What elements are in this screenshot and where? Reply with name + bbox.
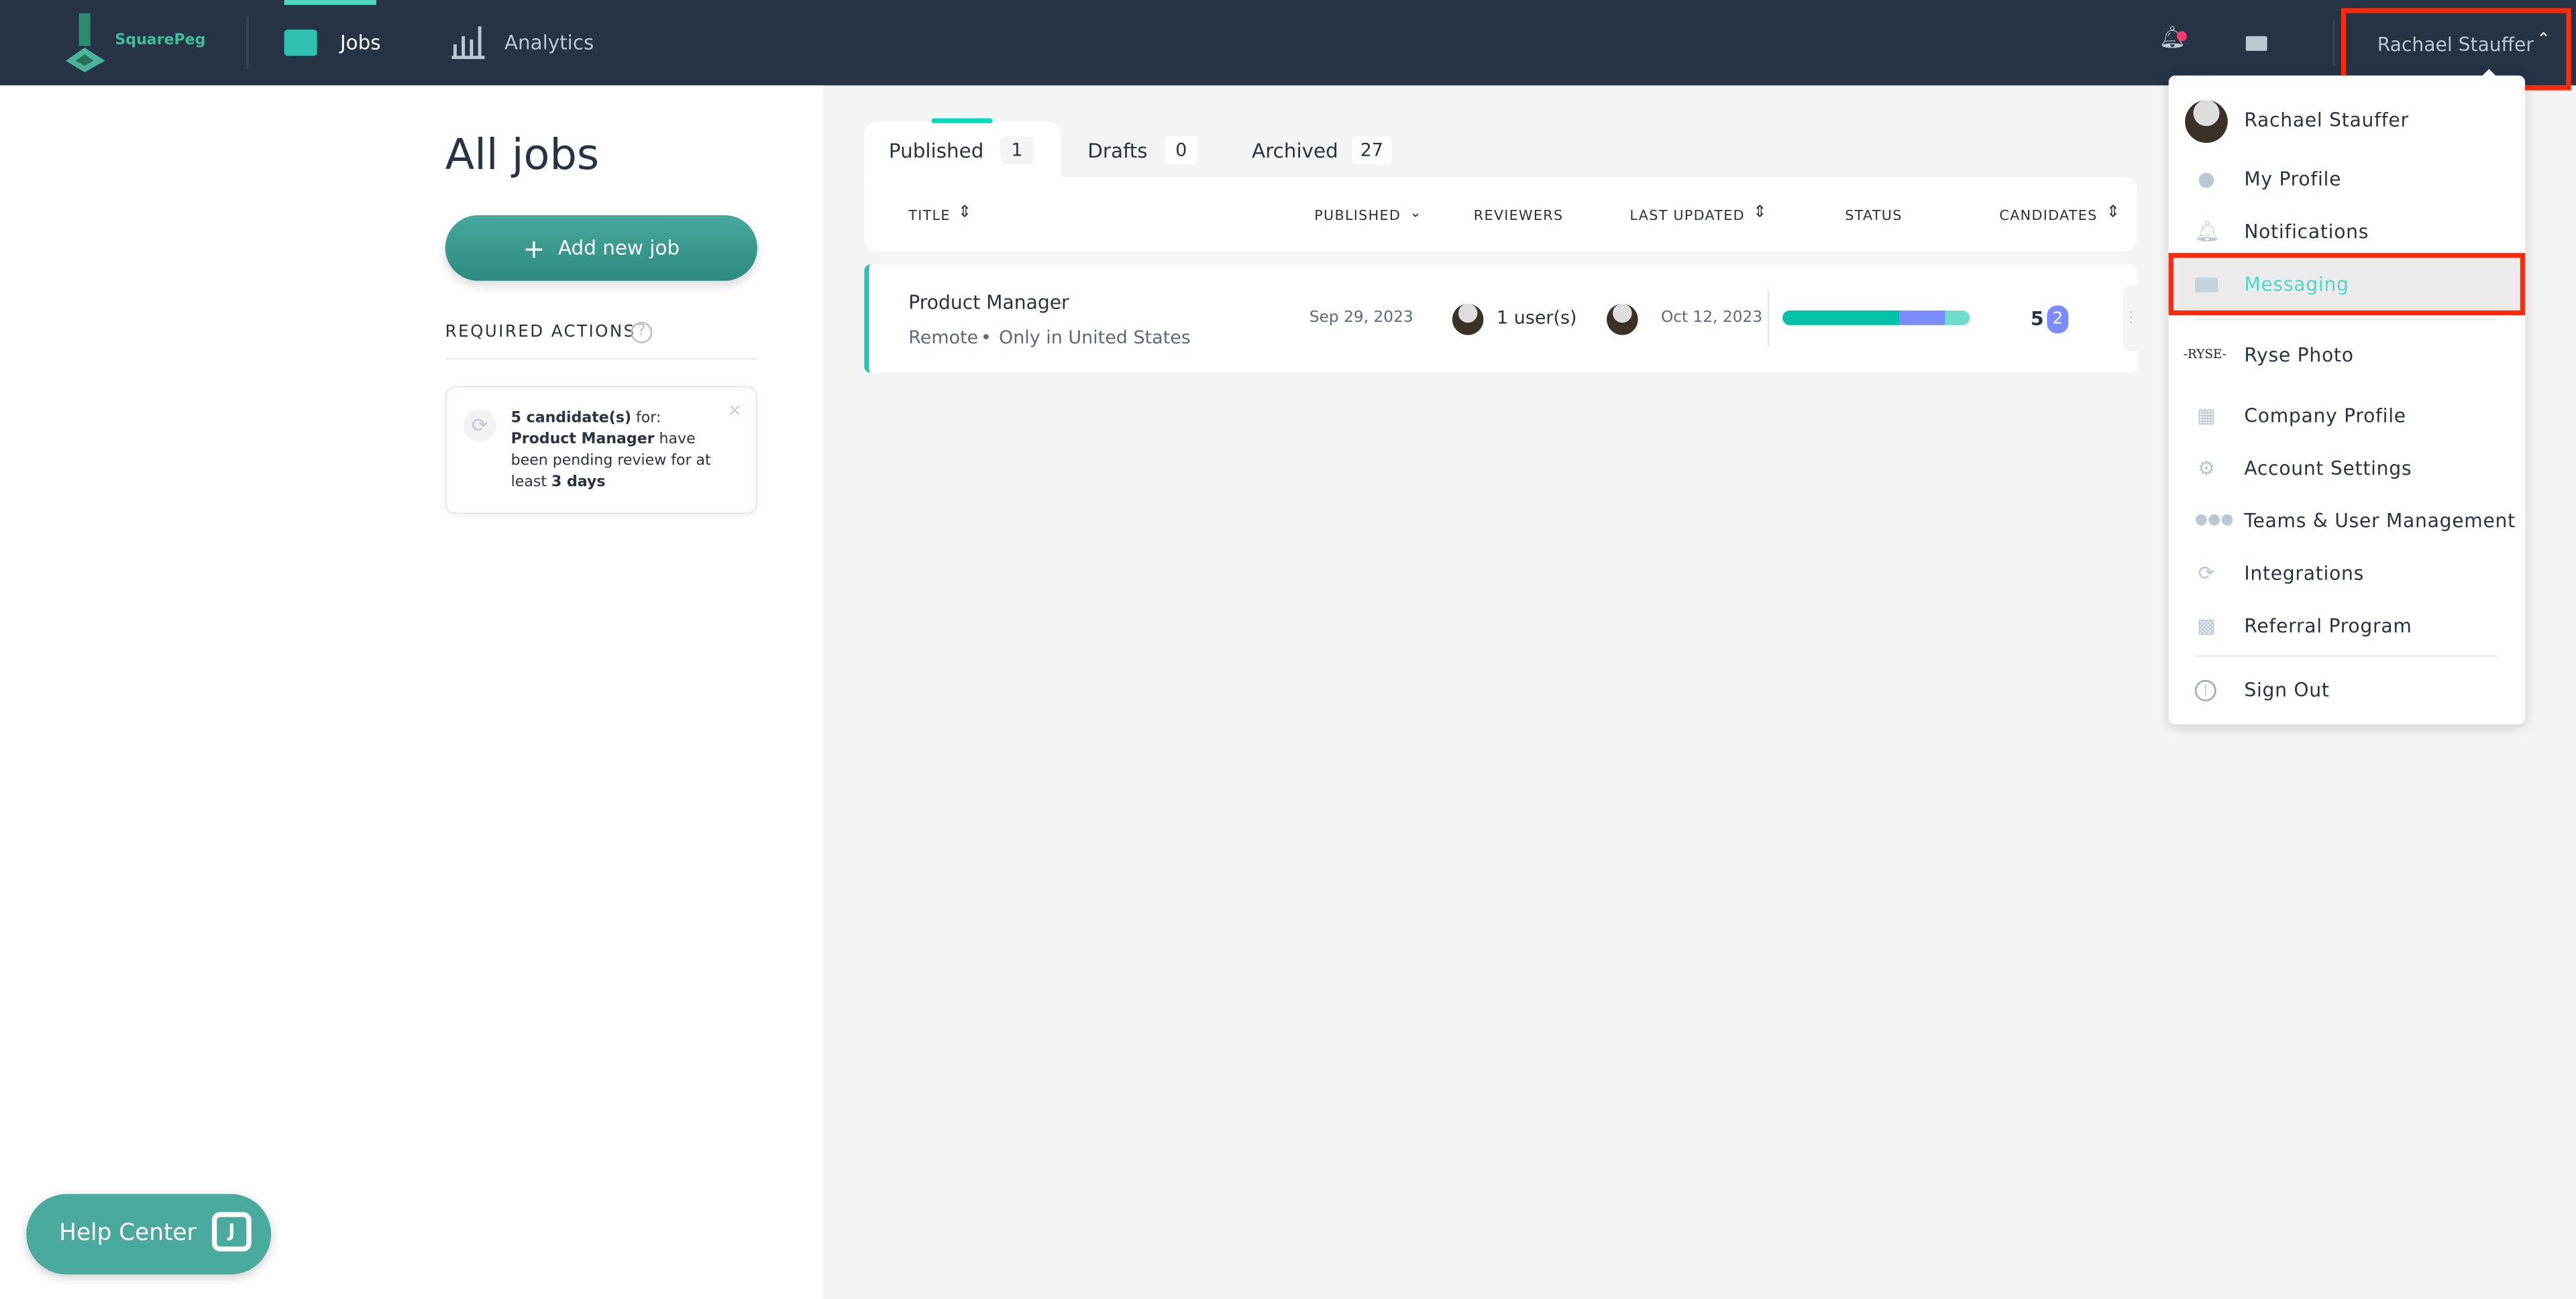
job-restriction: Only in United States: [998, 327, 1191, 349]
squarepeg-logo[interactable]: [65, 13, 115, 72]
status-segment: [1945, 310, 1970, 325]
status-progress-bar: [1782, 310, 1970, 325]
required-actions-label: REQUIRED ACTIONS: [445, 323, 636, 342]
status-segment: [1898, 310, 1946, 325]
tab-archived[interactable]: Archived: [1252, 139, 1338, 162]
reviewers-count[interactable]: 1 user(s): [1497, 307, 1577, 329]
action-text: 5 candidate(s) for: Product Manager have…: [511, 410, 711, 492]
tab-count: 27: [1352, 136, 1392, 164]
bullet: •: [981, 327, 991, 349]
top-nav: [0, 0, 2576, 86]
menu-item-ryse-photo[interactable]: Ryse Photo: [2244, 343, 2353, 366]
gear-icon: ⚙: [2197, 456, 2216, 480]
help-icon[interactable]: ?: [631, 322, 653, 343]
nav-tab-jobs[interactable]: Jobs: [340, 32, 381, 54]
sync-icon: ⟳: [2198, 561, 2215, 585]
help-center-button[interactable]: Help Center J: [26, 1194, 272, 1275]
bar-chart-icon: [451, 26, 485, 60]
column-status: STATUS: [1845, 209, 1902, 225]
nav-divider: [246, 16, 248, 69]
required-action-card[interactable]: ⟳ 5 candidate(s) for: Product Manager ha…: [445, 386, 757, 514]
dropdown-caret: [2480, 68, 2498, 78]
menu-item-sign-out[interactable]: Sign Out: [2244, 678, 2329, 701]
nav-tab-analytics[interactable]: Analytics: [504, 32, 594, 54]
brand-name: SquarePeg: [115, 32, 206, 50]
menu-divider: [2194, 319, 2498, 321]
mail-icon[interactable]: [2245, 36, 2267, 51]
annotation-box-messaging: [2168, 253, 2526, 316]
tab-count: 1: [1000, 136, 1034, 164]
active-tab-indicator: [931, 118, 993, 123]
column-title[interactable]: TITLE: [908, 209, 950, 225]
column-published[interactable]: PUBLISHED: [1314, 209, 1401, 225]
sort-icon[interactable]: ⇕: [2106, 204, 2121, 222]
job-location: Remote: [908, 327, 979, 349]
menu-item-referral-program[interactable]: Referral Program: [2244, 614, 2412, 637]
tab-drafts[interactable]: Drafts: [1087, 139, 1147, 162]
notification-dot: [2176, 31, 2187, 42]
menu-item-company-profile[interactable]: Company Profile: [2244, 404, 2406, 427]
bell-icon: 🔔︎: [2194, 220, 2220, 243]
published-date: Sep 29, 2023: [1309, 308, 1413, 327]
divider: [445, 357, 757, 360]
team-icon: ●●●: [2194, 512, 2234, 529]
sort-icon[interactable]: ⇕: [1753, 204, 1768, 222]
plus-icon: +: [523, 232, 545, 264]
tab-count: 0: [1165, 136, 1198, 164]
tab-published[interactable]: Published: [889, 139, 984, 162]
avatar: [2185, 100, 2228, 144]
reviewer-avatar: [1452, 304, 1484, 335]
divider: [1768, 289, 1770, 347]
menu-item-my-profile[interactable]: My Profile: [2244, 168, 2341, 190]
active-tab-indicator: [284, 0, 376, 5]
new-candidates-badge[interactable]: 2: [2047, 305, 2069, 334]
status-segment: [1782, 310, 1899, 325]
chat-icon: J: [211, 1212, 252, 1252]
briefcase-icon: [284, 30, 317, 56]
candidates-count[interactable]: 5: [2031, 307, 2044, 330]
ryse-logo: -RYSE-: [2183, 346, 2226, 361]
close-icon[interactable]: ×: [728, 402, 742, 420]
page-title: All jobs: [445, 131, 600, 181]
menu-item-account-settings[interactable]: Account Settings: [2244, 457, 2412, 479]
job-title[interactable]: Product Manager: [908, 290, 1069, 313]
nav-divider: [2332, 19, 2335, 66]
menu-item-notifications[interactable]: Notifications: [2244, 220, 2369, 243]
add-new-job-button[interactable]: + Add new job: [445, 215, 757, 281]
more-options-icon[interactable]: ⋮: [2123, 286, 2139, 352]
gift-icon: ▩: [2197, 614, 2216, 638]
column-candidates[interactable]: CANDIDATES: [1999, 209, 2097, 225]
building-icon: ▦: [2197, 404, 2216, 427]
sort-icon[interactable]: ⇕: [958, 204, 973, 222]
column-reviewers: REVIEWERS: [1473, 209, 1564, 225]
menu-item-user-name[interactable]: Rachael Stauffer: [2244, 109, 2408, 131]
power-icon: |: [2194, 679, 2216, 701]
sync-icon: ⟳: [463, 408, 496, 442]
menu-item-integrations[interactable]: Integrations: [2244, 562, 2364, 585]
menu-item-teams[interactable]: Teams & User Management: [2244, 509, 2516, 532]
help-center-label: Help Center: [59, 1220, 197, 1247]
add-new-job-label: Add new job: [557, 236, 680, 260]
updater-avatar: [1607, 304, 1638, 335]
chevron-down-icon[interactable]: ⌄: [1409, 205, 1422, 221]
menu-divider: [2194, 655, 2498, 657]
column-last-updated[interactable]: LAST UPDATED: [1629, 209, 1745, 225]
last-updated-date: Oct 12, 2023: [1660, 308, 1763, 327]
user-icon: ●: [2198, 167, 2215, 191]
